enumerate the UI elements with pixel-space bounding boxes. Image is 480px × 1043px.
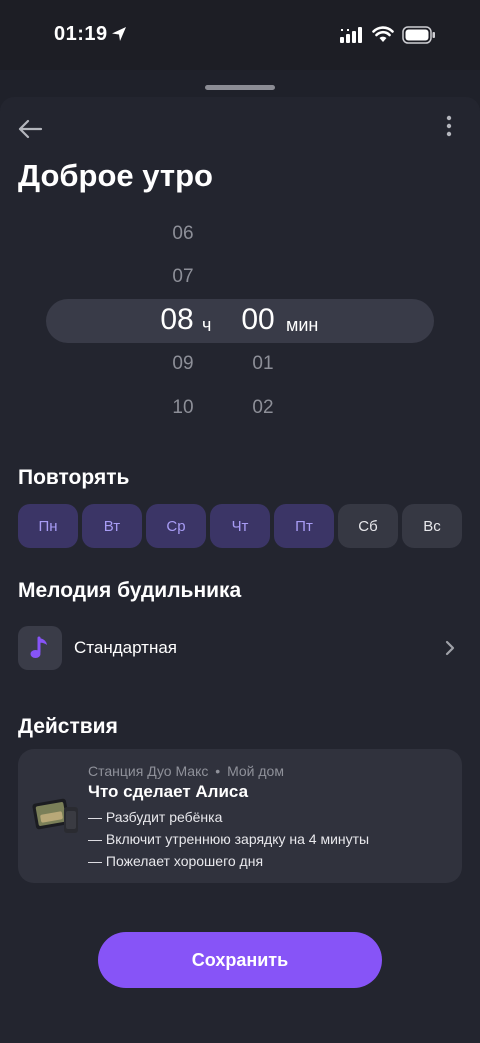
- more-vertical-icon[interactable]: [440, 114, 458, 140]
- day-thursday[interactable]: Чт: [210, 504, 270, 548]
- action-line: — Разбудит ребёнка: [88, 809, 223, 825]
- card-device-line: Станция Дуо Макс • Мой дом: [88, 763, 284, 779]
- day-sunday[interactable]: Вс: [402, 504, 462, 548]
- save-button[interactable]: Сохранить: [98, 932, 382, 988]
- hour-option[interactable]: 10: [153, 397, 213, 419]
- repeat-title: Повторять: [18, 466, 130, 489]
- hour-option[interactable]: 06: [153, 223, 213, 245]
- melody-row[interactable]: Стандартная: [18, 626, 462, 670]
- melody-title: Мелодия будильника: [18, 579, 242, 602]
- hour-option[interactable]: 09: [153, 353, 213, 375]
- action-line: — Пожелает хорошего дня: [88, 853, 264, 869]
- separator-dot: •: [215, 763, 221, 779]
- hour-unit: ч: [202, 315, 212, 335]
- day-friday[interactable]: Пт: [274, 504, 334, 548]
- sheet-grabber[interactable]: [205, 85, 275, 90]
- home-name: Мой дом: [227, 763, 284, 779]
- card-heading: Что сделает Алиса: [88, 782, 249, 801]
- music-note-icon: [30, 636, 47, 658]
- smart-speaker-device-icon: [32, 798, 78, 833]
- page-title: Доброе утро: [18, 158, 213, 193]
- alarm-sheet: [0, 97, 480, 1043]
- status-time: 01:19: [54, 23, 108, 45]
- minute-unit: мин: [286, 315, 319, 335]
- action-line: — Включит утреннюю зарядку на 4 минуты: [88, 831, 370, 847]
- chevron-right-icon: [445, 640, 455, 656]
- hour-option[interactable]: 07: [153, 266, 213, 288]
- melody-icon-box: [18, 626, 62, 670]
- hour-selected[interactable]: 08: [147, 303, 207, 337]
- minute-option[interactable]: 01: [233, 353, 293, 375]
- day-saturday[interactable]: Сб: [338, 504, 398, 548]
- melody-value: Стандартная: [74, 638, 178, 657]
- minute-selected[interactable]: 00: [228, 303, 288, 337]
- device-name: Станция Дуо Макс: [88, 763, 209, 779]
- action-card[interactable]: Станция Дуо Макс • Мой дом Что сделает А…: [18, 749, 462, 883]
- minute-option[interactable]: 02: [233, 397, 293, 419]
- wifi-icon: [372, 26, 394, 42]
- actions-title: Действия: [18, 715, 118, 738]
- location-arrow-icon: [112, 27, 126, 41]
- day-tuesday[interactable]: Вт: [82, 504, 142, 548]
- status-bar: 01:19: [0, 0, 480, 70]
- back-arrow-icon[interactable]: [16, 117, 44, 141]
- day-wednesday[interactable]: Ср: [146, 504, 206, 548]
- cellular-signal-icon: [340, 27, 362, 43]
- day-monday[interactable]: Пн: [18, 504, 78, 548]
- battery-icon: [402, 26, 435, 44]
